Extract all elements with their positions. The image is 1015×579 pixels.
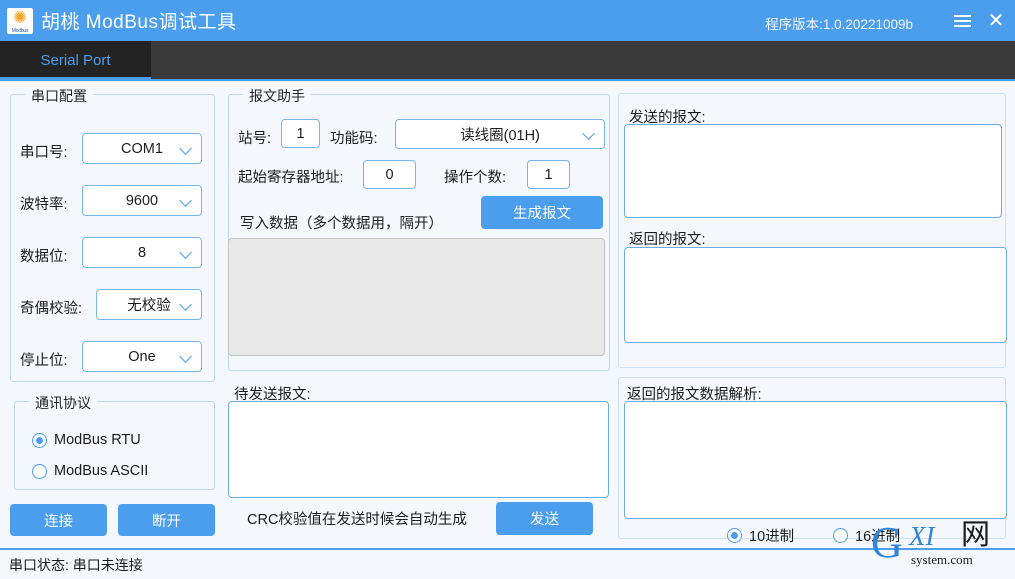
write-data-textarea[interactable] (228, 238, 605, 356)
close-icon[interactable]: ✕ (985, 10, 1007, 32)
function-code-value: 读线圈(01H) (460, 127, 540, 144)
chevron-down-icon (584, 128, 595, 139)
chevron-down-icon (181, 195, 192, 206)
crc-note: CRC校验值在发送时候会自动生成 (247, 512, 467, 528)
app-icon-caption: Modbus (11, 27, 29, 34)
label-station-number: 站号: (238, 131, 272, 147)
connect-button-label: 连接 (44, 513, 73, 530)
label-received-message: 返回的报文: (629, 232, 706, 248)
station-number-value: 1 (296, 125, 305, 142)
baud-rate-value: 9600 (125, 192, 159, 209)
sent-message-textarea[interactable] (624, 124, 1002, 218)
send-button[interactable]: 发送 (496, 502, 593, 535)
stop-bits-select[interactable]: One (82, 341, 202, 372)
radio-selected-icon (727, 528, 742, 543)
label-parity: 奇偶校验: (20, 301, 83, 317)
operation-count-input[interactable]: 1 (527, 160, 570, 189)
serial-config-legend: 串口配置 (25, 86, 93, 106)
radio-unselected-icon (833, 528, 848, 543)
label-stop-bits: 停止位: (20, 353, 68, 369)
label-operation-count: 操作个数: (444, 170, 507, 186)
pending-message-textarea[interactable] (228, 401, 609, 498)
sunflower-modbus-icon: ✺ Modbus (7, 7, 33, 34)
label-com-port: 串口号: (20, 145, 68, 161)
chevron-down-icon (181, 143, 192, 154)
tab-bar: Serial Port (0, 41, 1015, 80)
send-button-label: 发送 (530, 512, 559, 528)
label-function-code: 功能码: (330, 131, 378, 147)
com-port-select[interactable]: COM1 (82, 133, 202, 164)
operation-count-value: 1 (544, 166, 553, 183)
protocol-legend: 通讯协议 (29, 393, 97, 413)
parsed-data-textarea[interactable] (624, 401, 1007, 519)
radio-modbus-rtu-label: ModBus RTU (54, 432, 141, 448)
hamburger-menu-icon[interactable] (951, 10, 973, 32)
start-address-value: 0 (385, 166, 394, 183)
sunflower-glyph: ✺ (12, 7, 28, 27)
status-bar: 串口状态: 串口未连接 (0, 548, 1015, 579)
label-data-bits: 数据位: (20, 249, 68, 265)
version-label: 程序版本:1.0.20221009b (765, 17, 913, 32)
chevron-down-icon (181, 247, 192, 258)
radio-hex-label: 16进制 (855, 529, 901, 545)
parity-select[interactable]: 无校验 (96, 289, 202, 320)
chevron-down-icon (181, 351, 192, 362)
tab-serial-port-label: Serial Port (40, 51, 111, 69)
radio-unselected-icon (32, 463, 47, 479)
message-helper-legend: 报文助手 (243, 86, 311, 106)
com-port-value: COM1 (121, 140, 163, 157)
tab-serial-port[interactable]: Serial Port (0, 41, 151, 79)
disconnect-button-label: 断开 (152, 513, 181, 530)
start-address-input[interactable]: 0 (363, 160, 416, 189)
generate-message-button[interactable]: 生成报文 (481, 196, 603, 229)
baud-rate-select[interactable]: 9600 (82, 185, 202, 216)
parity-value: 无校验 (127, 298, 171, 314)
label-write-data: 写入数据（多个数据用，隔开） (240, 216, 443, 232)
radio-decimal-label: 10进制 (749, 529, 795, 545)
title-bar: ✺ Modbus 胡桃 ModBus调试工具 程序版本:1.0.20221009… (0, 0, 1015, 41)
radio-hex[interactable]: 16进制 (833, 525, 900, 546)
received-message-textarea[interactable] (624, 247, 1007, 343)
data-bits-select[interactable]: 8 (82, 237, 202, 268)
connect-button[interactable]: 连接 (10, 504, 107, 536)
function-code-select[interactable]: 读线圈(01H) (395, 119, 605, 149)
radio-modbus-ascii-label: ModBus ASCII (54, 463, 149, 479)
data-bits-value: 8 (137, 244, 147, 261)
serial-status-text: 串口状态: 串口未连接 (9, 556, 143, 573)
radio-decimal[interactable]: 10进制 (727, 525, 794, 546)
station-number-input[interactable]: 1 (281, 119, 320, 148)
generate-message-button-label: 生成报文 (513, 206, 571, 222)
disconnect-button[interactable]: 断开 (118, 504, 215, 536)
radio-modbus-ascii[interactable]: ModBus ASCII (32, 463, 148, 479)
stop-bits-value: One (128, 348, 156, 365)
radio-modbus-rtu[interactable]: ModBus RTU (32, 432, 141, 448)
window-title: 胡桃 ModBus调试工具 (41, 12, 237, 33)
main-content: 串口配置 串口号: COM1 波特率: 9600 数据位: 8 奇偶校验: 无校… (0, 81, 1015, 548)
radio-selected-icon (32, 432, 47, 448)
chevron-down-icon (181, 299, 192, 310)
label-baud-rate: 波特率: (20, 197, 68, 213)
app-window: ✺ Modbus 胡桃 ModBus调试工具 程序版本:1.0.20221009… (0, 0, 1015, 579)
label-start-address: 起始寄存器地址: (238, 170, 344, 186)
